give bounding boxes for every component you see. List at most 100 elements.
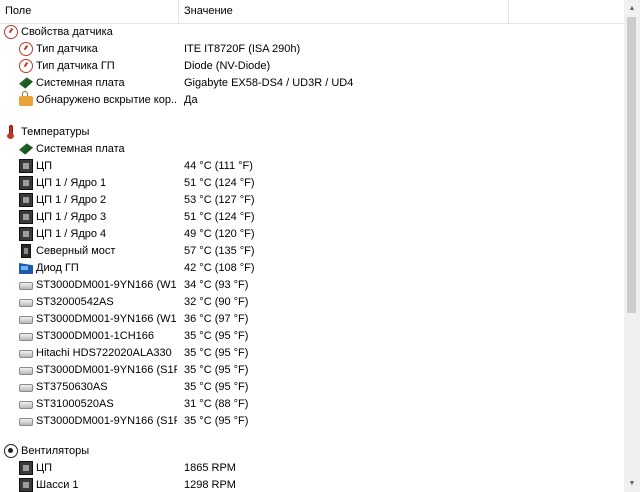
tree-row[interactable]: ST3000DM001-9YN166 (W1F... 34 °C (93 °F) bbox=[0, 277, 624, 294]
row-label: ST3000DM001-9YN166 (S1F0... bbox=[36, 415, 177, 427]
column-header: Поле Значение bbox=[0, 0, 624, 24]
row-value: Да bbox=[184, 94, 198, 106]
hard-drive-icon bbox=[19, 418, 33, 426]
row-label: ST32000542AS bbox=[36, 296, 114, 308]
row-label: ST3000DM001-9YN166 (W1F... bbox=[36, 279, 177, 291]
row-label: ST3000DM001-9YN166 (W1F... bbox=[36, 313, 177, 325]
cpu-chip-icon bbox=[19, 193, 33, 207]
row-value: 35 °C (95 °F) bbox=[184, 364, 249, 376]
group-temperatures[interactable]: Температуры bbox=[0, 124, 624, 141]
column-header-value[interactable]: Значение bbox=[179, 0, 509, 23]
tree-row[interactable]: Диод ГП 42 °C (108 °F) bbox=[0, 260, 624, 277]
row-value: 32 °C (90 °F) bbox=[184, 296, 249, 308]
row-label: Системная плата bbox=[36, 143, 125, 155]
row-value: 36 °C (97 °F) bbox=[184, 313, 249, 325]
hard-drive-icon bbox=[19, 299, 33, 307]
hard-drive-icon bbox=[19, 367, 33, 375]
tree-row[interactable]: Шасси 1 1298 RPM bbox=[0, 477, 624, 492]
tree-row[interactable]: Hitachi HDS722020ALA330 35 °C (95 °F) bbox=[0, 345, 624, 362]
row-value: 35 °C (95 °F) bbox=[184, 381, 249, 393]
row-value: 35 °C (95 °F) bbox=[184, 347, 249, 359]
row-label: ST3750630AS bbox=[36, 381, 108, 393]
row-value: 44 °C (111 °F) bbox=[184, 160, 253, 172]
row-label: ST31000520AS bbox=[36, 398, 114, 410]
row-label: ST3000DM001-1CH166 bbox=[36, 330, 155, 342]
cpu-chip-icon bbox=[19, 478, 33, 492]
tree-row[interactable]: ЦП 44 °C (111 °F) bbox=[0, 158, 624, 175]
fan-icon bbox=[4, 444, 18, 458]
cpu-chip-icon bbox=[19, 176, 33, 190]
gauge-icon bbox=[4, 25, 18, 39]
group-sensor-properties[interactable]: Свойства датчика bbox=[0, 24, 624, 41]
tree-row[interactable]: ST3000DM001-9YN166 (S1F0... 35 °C (95 °F… bbox=[0, 413, 624, 430]
lock-icon bbox=[19, 91, 33, 106]
tree-row[interactable]: ST3000DM001-9YN166 (W1F... 36 °C (97 °F) bbox=[0, 311, 624, 328]
scroll-up-arrow-icon[interactable]: ▲ bbox=[624, 0, 640, 17]
tree-row[interactable]: Обнаружено вскрытие кор... Да bbox=[0, 91, 624, 109]
tree-row[interactable]: Тип датчика ГП Diode (NV-Diode) bbox=[0, 58, 624, 75]
tree-row[interactable]: ЦП 1865 RPM bbox=[0, 460, 624, 477]
tree-row[interactable]: ST31000520AS 31 °C (88 °F) bbox=[0, 396, 624, 413]
row-label: Системная плата bbox=[36, 77, 125, 89]
group-title: Температуры bbox=[21, 126, 90, 138]
row-value: 53 °C (127 °F) bbox=[184, 194, 255, 206]
hard-drive-icon bbox=[19, 282, 33, 290]
row-value: 42 °C (108 °F) bbox=[184, 262, 255, 274]
tree-row[interactable]: ЦП 1 / Ядро 3 51 °C (124 °F) bbox=[0, 209, 624, 226]
row-value: 1865 RPM bbox=[184, 462, 236, 474]
row-value: 51 °C (124 °F) bbox=[184, 211, 255, 223]
motherboard-icon bbox=[19, 143, 33, 155]
tree-row[interactable]: Системная плата Gigabyte EX58-DS4 / UD3R… bbox=[0, 75, 624, 92]
tree-row[interactable]: Северный мост 57 °C (135 °F) bbox=[0, 243, 624, 260]
cpu-chip-icon bbox=[19, 227, 33, 241]
column-header-field[interactable]: Поле bbox=[0, 0, 179, 23]
group-fans[interactable]: Вентиляторы bbox=[0, 443, 624, 460]
row-label: ЦП 1 / Ядро 3 bbox=[36, 211, 107, 223]
row-label: ЦП bbox=[36, 160, 53, 172]
row-label: Северный мост bbox=[36, 245, 116, 257]
row-value: Diode (NV-Diode) bbox=[184, 60, 271, 72]
tree-row[interactable]: ST3750630AS 35 °C (95 °F) bbox=[0, 379, 624, 396]
scrollbar-thumb[interactable] bbox=[627, 17, 636, 313]
row-value: 49 °C (120 °F) bbox=[184, 228, 255, 240]
motherboard-icon bbox=[19, 77, 33, 89]
hard-drive-icon bbox=[19, 316, 33, 324]
cpu-chip-icon bbox=[19, 461, 33, 475]
group-title: Свойства датчика bbox=[21, 26, 113, 38]
sensor-tree-list[interactable]: Свойства датчика Тип датчика ITE IT8720F… bbox=[0, 24, 624, 492]
scroll-down-arrow-icon[interactable]: ▼ bbox=[624, 475, 640, 492]
row-value: 34 °C (93 °F) bbox=[184, 279, 249, 291]
row-label: ЦП 1 / Ядро 2 bbox=[36, 194, 107, 206]
row-value: 51 °C (124 °F) bbox=[184, 177, 255, 189]
row-label: ЦП 1 / Ядро 4 bbox=[36, 228, 107, 240]
row-label: ЦП bbox=[36, 462, 53, 474]
row-label: Тип датчика ГП bbox=[36, 60, 115, 72]
row-value: Gigabyte EX58-DS4 / UD3R / UD4 bbox=[184, 77, 354, 89]
tree-row[interactable]: Системная плата bbox=[0, 141, 624, 158]
row-label: Обнаружено вскрытие кор... bbox=[36, 94, 177, 106]
vertical-scrollbar[interactable]: ▲ ▼ bbox=[624, 0, 640, 492]
row-value: 31 °C (88 °F) bbox=[184, 398, 249, 410]
tree-row[interactable]: ЦП 1 / Ядро 2 53 °C (127 °F) bbox=[0, 192, 624, 209]
tree-row[interactable]: ЦП 1 / Ядро 4 49 °C (120 °F) bbox=[0, 226, 624, 243]
gauge-icon bbox=[19, 42, 33, 56]
row-label: Hitachi HDS722020ALA330 bbox=[36, 347, 172, 359]
tree-row[interactable]: ST3000DM001-1CH166 35 °C (95 °F) bbox=[0, 328, 624, 345]
row-value: 1298 RPM bbox=[184, 479, 236, 491]
tree-row[interactable]: ЦП 1 / Ядро 1 51 °C (124 °F) bbox=[0, 175, 624, 192]
row-label: Тип датчика bbox=[36, 43, 98, 55]
row-value: 35 °C (95 °F) bbox=[184, 415, 249, 427]
cpu-chip-icon bbox=[19, 159, 33, 173]
hard-drive-icon bbox=[19, 401, 33, 409]
hard-drive-icon bbox=[19, 333, 33, 341]
row-value: ITE IT8720F (ISA 290h) bbox=[184, 43, 301, 55]
hard-drive-icon bbox=[19, 384, 33, 392]
column-header-empty bbox=[509, 0, 624, 23]
row-label: Шасси 1 bbox=[36, 479, 79, 491]
thermometer-icon bbox=[4, 125, 18, 139]
tree-row[interactable]: Тип датчика ITE IT8720F (ISA 290h) bbox=[0, 41, 624, 58]
row-value: 57 °C (135 °F) bbox=[184, 245, 255, 257]
tree-row[interactable]: ST32000542AS 32 °C (90 °F) bbox=[0, 294, 624, 311]
tree-row[interactable]: ST3000DM001-9YN166 (S1F0... 35 °C (95 °F… bbox=[0, 362, 624, 379]
hard-drive-icon bbox=[19, 350, 33, 358]
